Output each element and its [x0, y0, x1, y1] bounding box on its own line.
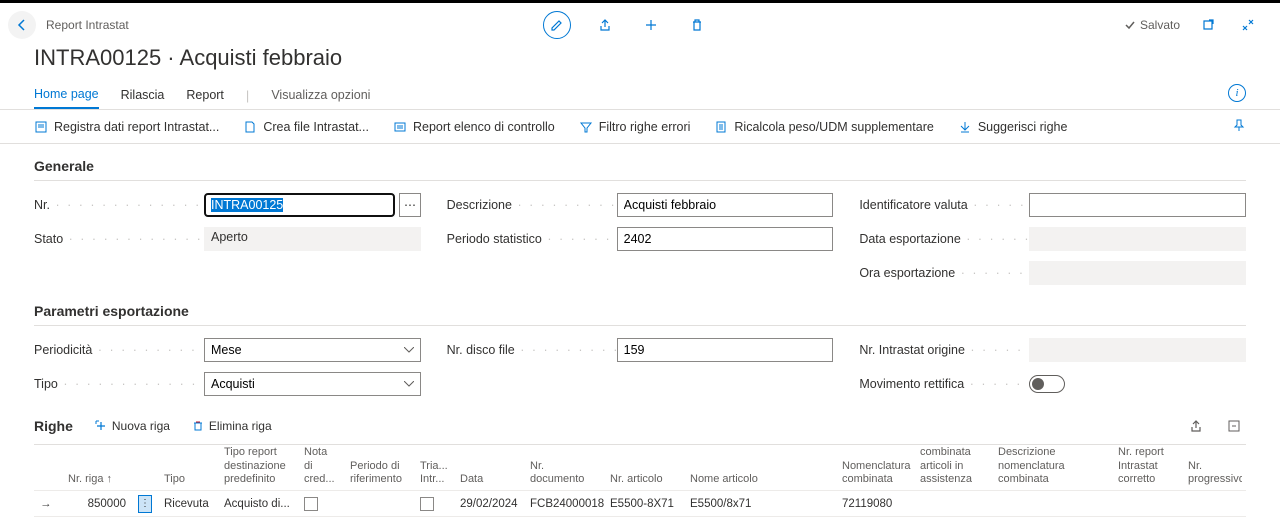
oraexp-label: Ora esportazione — [859, 266, 1029, 280]
action-ricalcola[interactable]: Ricalcola peso/UDM supplementare — [714, 120, 933, 134]
tab-report[interactable]: Report — [186, 82, 224, 108]
col-nrriga[interactable]: Nr. riga ↑ — [62, 445, 132, 491]
col-nomenass[interactable]: Nomenclatura combinata articoli in assis… — [914, 445, 992, 491]
cell-docorr[interactable] — [1242, 491, 1246, 517]
disco-input[interactable] — [617, 338, 834, 362]
dataexp-value — [1029, 227, 1246, 251]
dataexp-label: Data esportazione — [859, 232, 1029, 246]
section-parametri: Parametri esportazione — [34, 303, 1246, 326]
back-button[interactable] — [8, 11, 36, 39]
periodicita-select[interactable]: Mese — [204, 338, 421, 362]
lines-share-icon[interactable] — [1184, 414, 1208, 438]
rettifica-label: Movimento rettifica — [859, 377, 1029, 391]
elimina-riga-button[interactable]: Elimina riga — [192, 419, 272, 433]
action-filtro[interactable]: Filtro righe errori — [579, 120, 691, 134]
cell-tipo[interactable]: Ricevuta — [158, 491, 218, 517]
cell-nrriga[interactable]: 850000 — [62, 491, 132, 517]
col-doc[interactable]: Nr. documento — [524, 445, 604, 491]
nr-label: Nr. — [34, 198, 204, 212]
pin-icon[interactable] — [1232, 118, 1246, 135]
cell-nomeart[interactable]: E5500/8x71 — [684, 491, 824, 517]
oraexp-value — [1029, 261, 1246, 285]
cell-notacred-checkbox[interactable] — [304, 497, 318, 511]
col-notacred[interactable]: Nota di cred... — [298, 445, 344, 491]
cell-descnomen[interactable] — [992, 491, 1112, 517]
row-selector[interactable]: → — [34, 491, 62, 517]
popout-icon[interactable] — [1196, 13, 1220, 37]
origine-label: Nr. Intrastat origine — [859, 343, 1029, 357]
cell-data[interactable]: 29/02/2024 — [454, 491, 524, 517]
tab-home[interactable]: Home page — [34, 81, 99, 109]
col-prog[interactable]: Nr. progressivo — [1182, 445, 1242, 491]
tab-options[interactable]: Visualizza opzioni — [271, 88, 370, 102]
breadcrumb: Report Intrastat — [46, 18, 129, 32]
collapse-icon[interactable] — [1236, 13, 1260, 37]
col-tipodest[interactable]: Tipo report destinazione predefinito — [218, 445, 298, 491]
descrizione-label: Descrizione — [447, 198, 617, 212]
col-docorr[interactable]: Nr. do correti — [1242, 445, 1246, 491]
lines-expand-icon[interactable] — [1222, 414, 1246, 438]
edit-button[interactable] — [543, 11, 571, 39]
stato-label: Stato — [34, 232, 204, 246]
tipo-label: Tipo — [34, 377, 204, 391]
periodicita-label: Periodicità — [34, 343, 204, 357]
page-title: INTRA00125 · Acquisti febbraio — [0, 43, 1280, 81]
delete-button[interactable] — [685, 13, 709, 37]
col-data[interactable]: Data — [454, 445, 524, 491]
idval-label: Identificatore valuta — [859, 198, 1029, 212]
nr-input[interactable] — [204, 193, 395, 217]
cell-nomenass[interactable] — [914, 491, 992, 517]
nr-lookup-button[interactable]: ⋯ — [399, 193, 420, 217]
cell-tria-checkbox[interactable] — [420, 497, 434, 511]
col-descnomen[interactable]: Descrizione nomenclatura combinata — [992, 445, 1112, 491]
disco-label: Nr. disco file — [447, 343, 617, 357]
action-suggerisci[interactable]: Suggerisci righe — [958, 120, 1068, 134]
col-articolo[interactable]: Nr. articolo — [604, 445, 684, 491]
descrizione-input[interactable] — [617, 193, 834, 217]
cell-periodo[interactable] — [344, 491, 414, 517]
cell-art[interactable]: E5500-8X71 — [604, 491, 684, 517]
col-tria[interactable]: Tria... Intr... — [414, 445, 454, 491]
nuova-riga-button[interactable]: Nuova riga — [95, 419, 170, 433]
rettifica-toggle[interactable] — [1029, 375, 1065, 393]
share-icon[interactable] — [593, 13, 617, 37]
col-periodo[interactable]: Periodo di riferimento — [344, 445, 414, 491]
action-creafile[interactable]: Crea file Intrastat... — [243, 120, 369, 134]
idval-input[interactable] — [1029, 193, 1246, 217]
tipo-select[interactable]: Acquisti — [204, 372, 421, 396]
col-corretto[interactable]: Nr. report Intrastat corretto — [1112, 445, 1182, 491]
stato-value: Aperto — [204, 227, 421, 251]
periodo-label: Periodo statistico — [447, 232, 617, 246]
col-nomen[interactable]: Nomenclatura combinata — [836, 445, 914, 491]
tab-rilascia[interactable]: Rilascia — [121, 82, 165, 108]
info-icon[interactable]: i — [1228, 84, 1246, 102]
col-nomeart[interactable]: Nome articolo — [684, 445, 824, 491]
cell-tipodest[interactable]: Acquisto di... — [218, 491, 298, 517]
origine-value — [1029, 338, 1246, 362]
section-generale: Generale — [34, 158, 1246, 181]
cell-nomen[interactable]: 72119080 — [836, 491, 914, 517]
cell-prog[interactable] — [1182, 491, 1242, 517]
action-elenco[interactable]: Report elenco di controllo — [393, 120, 555, 134]
new-button[interactable] — [639, 13, 663, 37]
cell-doc[interactable]: FCB24000018 — [524, 491, 604, 517]
periodo-input[interactable] — [617, 227, 834, 251]
row-menu-button[interactable]: ⋮ — [138, 495, 152, 513]
section-righe: Righe — [34, 418, 73, 434]
col-tipo[interactable]: Tipo — [158, 445, 218, 491]
saved-indicator: Salvato — [1124, 18, 1180, 32]
action-registra[interactable]: Registra dati report Intrastat... — [34, 120, 219, 134]
cell-corretto[interactable] — [1112, 491, 1182, 517]
